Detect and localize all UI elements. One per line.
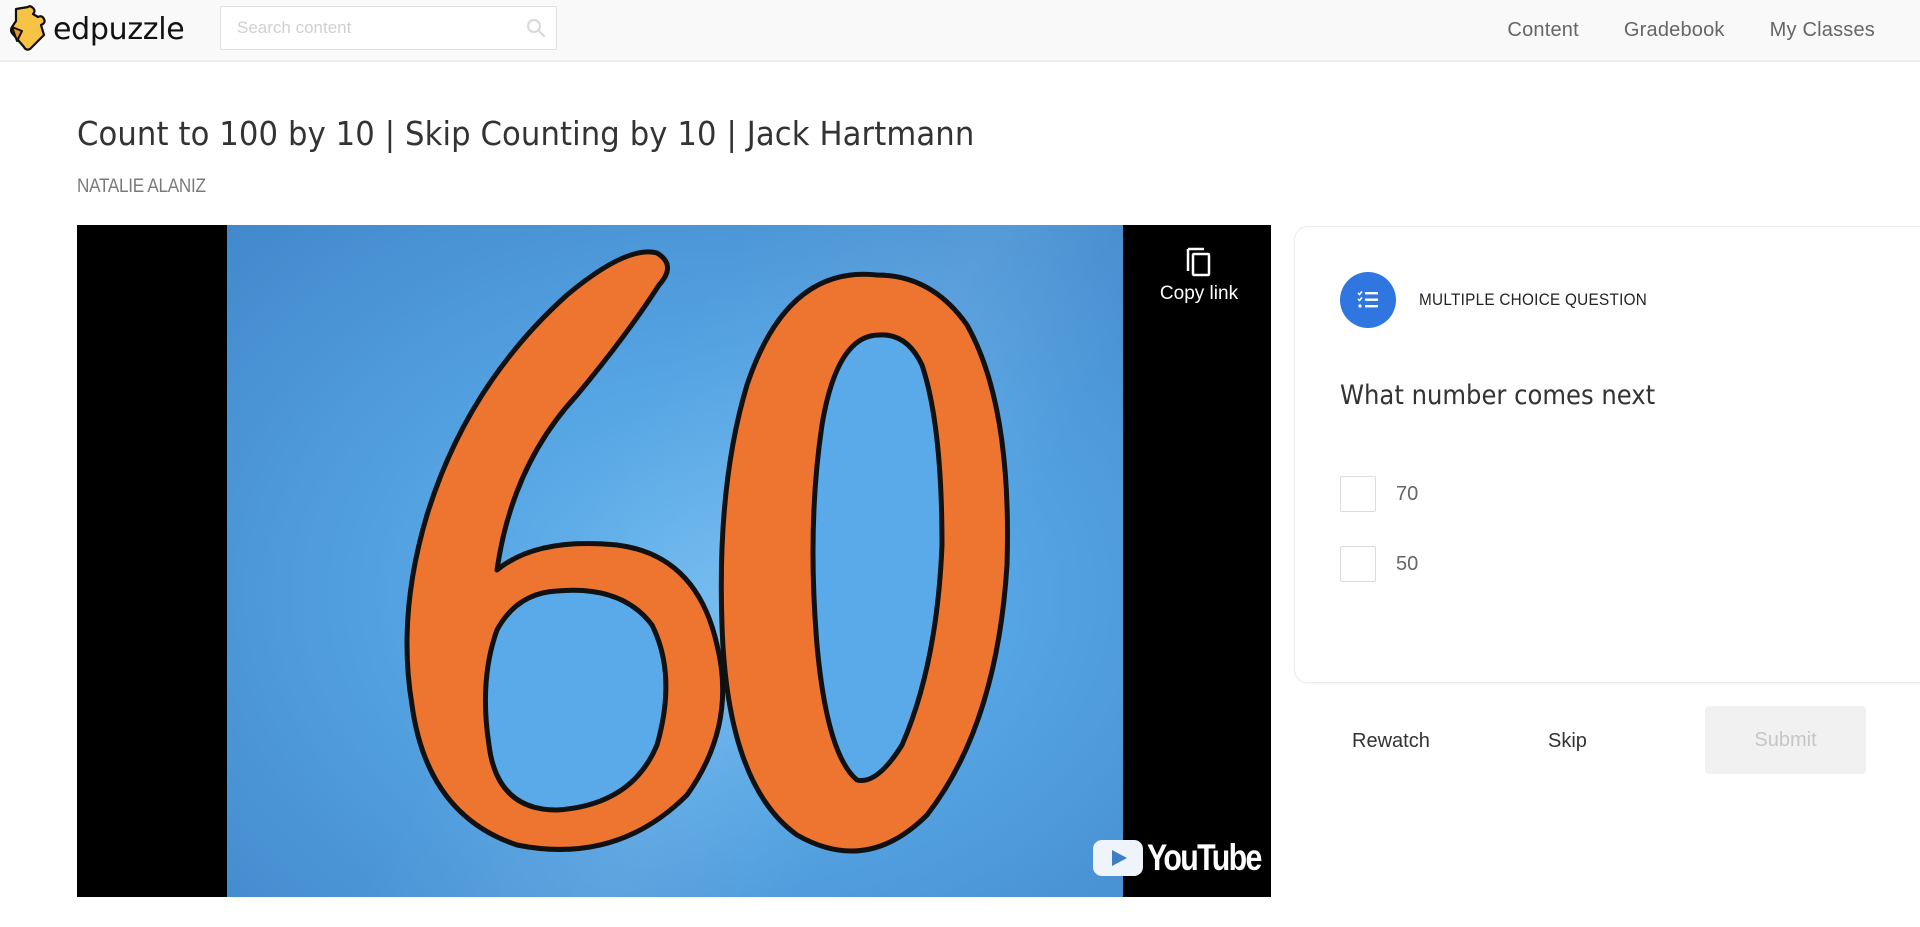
submit-button[interactable]: Submit — [1705, 706, 1866, 774]
video-frame — [227, 225, 1123, 897]
answer-label: 70 — [1396, 482, 1419, 505]
answer-option[interactable]: 70 — [1340, 476, 1418, 512]
video-player[interactable]: Copy link YouTube — [77, 225, 1271, 897]
search-input[interactable] — [221, 7, 501, 49]
search-box — [220, 6, 557, 50]
search-icon[interactable] — [526, 18, 546, 38]
rewatch-button[interactable]: Rewatch — [1352, 730, 1430, 753]
logo-text: edpuzzle — [53, 11, 185, 47]
edpuzzle-logo[interactable]: edpuzzle — [8, 5, 185, 53]
answer-checkbox[interactable] — [1340, 476, 1376, 512]
video-author: NATALIE ALANIZ — [77, 176, 206, 197]
puzzle-piece-icon — [9, 5, 46, 51]
checklist-icon — [1357, 290, 1378, 308]
copy-link-button[interactable]: Copy link — [1149, 245, 1249, 305]
skip-button[interactable]: Skip — [1548, 730, 1587, 753]
youtube-logo-text: YouTube — [1147, 837, 1262, 878]
answer-label: 50 — [1396, 552, 1419, 575]
answer-option[interactable]: 50 — [1340, 546, 1418, 582]
nav-content[interactable]: Content — [1507, 19, 1578, 42]
question-text: What number comes next — [1340, 380, 1656, 411]
question-type-label: MULTIPLE CHOICE QUESTION — [1419, 290, 1648, 309]
nav-gradebook[interactable]: Gradebook — [1624, 19, 1725, 42]
copy-link-label: Copy link — [1159, 283, 1239, 304]
digit-zero — [718, 271, 1010, 854]
copy-icon — [1186, 247, 1211, 277]
digit-six — [404, 249, 726, 852]
number-sixty-graphic — [404, 249, 1010, 854]
video-title: Count to 100 by 10 | Skip Counting by 10… — [77, 114, 975, 153]
answer-checkbox[interactable] — [1340, 546, 1376, 582]
youtube-logo[interactable]: YouTube — [1093, 837, 1271, 879]
youtube-play-icon — [1093, 840, 1143, 876]
question-card: MULTIPLE CHOICE QUESTION What number com… — [1294, 226, 1920, 683]
question-type-badge — [1340, 272, 1396, 328]
top-navigation-bar: edpuzzle Content Gradebook My Classes — [0, 0, 1920, 62]
main-nav: Content Gradebook My Classes — [1507, 0, 1920, 60]
nav-my-classes[interactable]: My Classes — [1770, 19, 1875, 42]
